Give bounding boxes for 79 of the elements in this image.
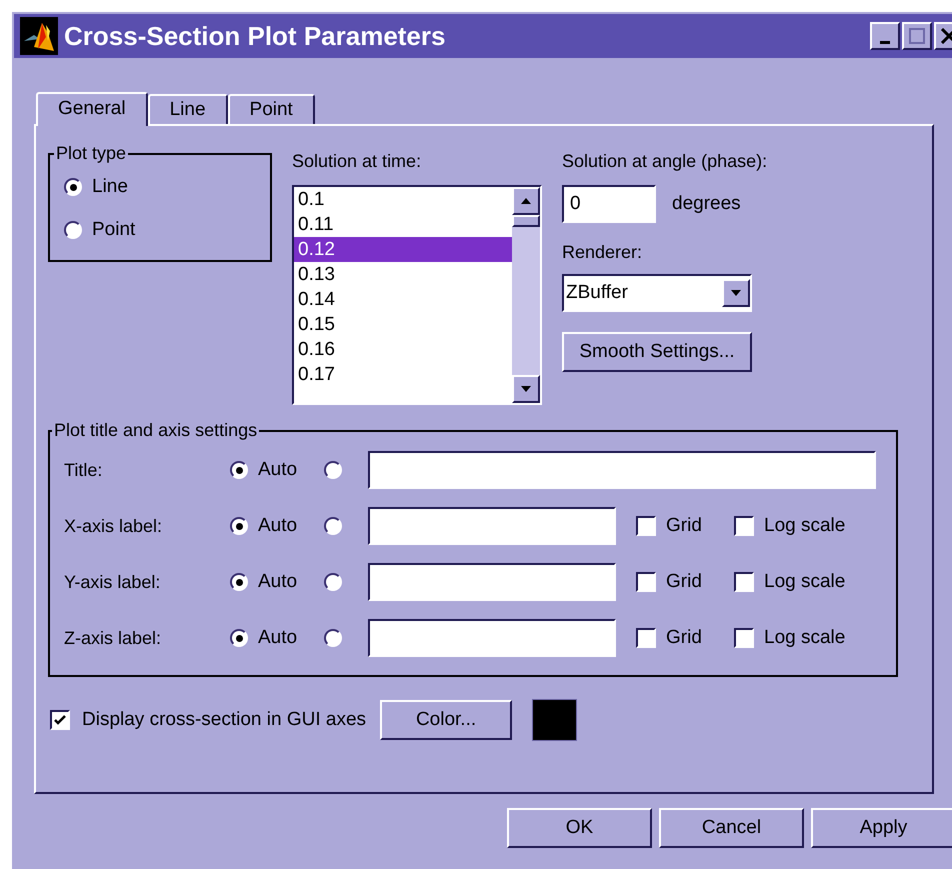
text-field[interactable]: [368, 619, 616, 657]
radio-label: Point: [92, 218, 136, 242]
text-field[interactable]: [368, 451, 876, 489]
scroll-down-button[interactable]: [512, 375, 540, 403]
list-item[interactable]: 0.15: [294, 312, 512, 337]
push-button[interactable]: Apply: [811, 808, 952, 848]
scroll-up-button[interactable]: [512, 187, 540, 215]
list-label: Solution at time:: [292, 150, 422, 173]
color-swatch[interactable]: [532, 699, 578, 741]
tab[interactable]: General: [36, 92, 148, 126]
group-title: Plot type: [55, 142, 128, 165]
tab[interactable]: Point: [228, 94, 315, 124]
maximize-icon: [909, 28, 925, 44]
list-item[interactable]: 0.13: [294, 262, 512, 287]
checkbox[interactable]: [636, 628, 656, 648]
push-button[interactable]: OK: [507, 808, 652, 848]
push-button[interactable]: Color...: [380, 700, 512, 740]
unit-label: degrees: [672, 192, 741, 216]
list-item[interactable]: 0.11: [294, 212, 512, 237]
radio-label: Auto: [258, 570, 298, 594]
radio-button[interactable]: [324, 629, 342, 647]
up-arrow-icon: [521, 198, 531, 204]
radio-button[interactable]: [324, 517, 342, 535]
row-label: Y-axis label:: [64, 570, 162, 594]
checkbox[interactable]: [734, 628, 754, 648]
text-field[interactable]: [368, 563, 616, 601]
angle-label: Solution at angle (phase):: [562, 150, 768, 173]
row-label: Z-axis label:: [64, 626, 162, 650]
checkbox[interactable]: [636, 516, 656, 536]
checkbox-label: Log scale: [764, 570, 846, 594]
checkbox-label: Log scale: [764, 514, 846, 538]
radio-button[interactable]: [230, 573, 248, 591]
radio-button[interactable]: [64, 178, 82, 196]
list-item[interactable]: 0.14: [294, 287, 512, 312]
app-logo-icon: [20, 17, 58, 55]
scroll-down-button[interactable]: [722, 279, 750, 307]
tab[interactable]: Line: [148, 94, 228, 124]
radio-label: Auto: [258, 458, 298, 482]
checkbox[interactable]: [734, 572, 754, 592]
checkbox-label: Grid: [666, 514, 703, 538]
radio-button[interactable]: [324, 573, 342, 591]
radio-button[interactable]: [230, 517, 248, 535]
list-item[interactable]: 0.17: [294, 362, 512, 387]
radio-button[interactable]: [64, 220, 82, 239]
time-list[interactable]: 0.1 0.11 0.12 0.13 0.14 0.15 0.16 0.17: [292, 185, 542, 405]
checkbox-label: Display cross-section in GUI axes: [82, 708, 366, 732]
radio-button[interactable]: [324, 461, 342, 479]
minimize-button[interactable]: [870, 22, 900, 50]
push-button[interactable]: Cancel: [659, 808, 804, 848]
checkbox[interactable]: [636, 572, 656, 592]
maximize-button[interactable]: [902, 22, 932, 50]
radio-button[interactable]: [230, 629, 248, 647]
radio-label: Line: [92, 175, 128, 199]
window-title: Cross-Section Plot Parameters: [64, 20, 446, 52]
renderer-dropdown[interactable]: ZBuffer: [562, 274, 752, 312]
down-arrow-icon: [731, 290, 741, 296]
radio-label: Auto: [258, 626, 298, 650]
minimize-icon: [880, 40, 890, 44]
text-field[interactable]: [368, 507, 616, 545]
radio-label: Auto: [258, 514, 298, 538]
checkbox-label: Grid: [666, 626, 703, 650]
push-button[interactable]: Smooth Settings...: [562, 332, 752, 372]
list-item[interactable]: 0.16: [294, 337, 512, 362]
group-title: Plot title and axis settings: [53, 419, 258, 442]
scroll-thumb[interactable]: [512, 215, 540, 227]
list-item[interactable]: 0.12: [294, 237, 512, 262]
check-icon: [53, 713, 67, 727]
scrollbar[interactable]: [512, 187, 540, 403]
checkbox[interactable]: [734, 516, 754, 536]
checkbox-label: Log scale: [764, 626, 846, 650]
row-label: X-axis label:: [64, 514, 164, 538]
row-label: Title:: [64, 458, 104, 482]
list-item[interactable]: 0.1: [294, 187, 512, 212]
checkbox[interactable]: [50, 710, 70, 730]
down-arrow-icon: [521, 386, 531, 392]
renderer-label: Renderer:: [562, 241, 644, 264]
angle-field[interactable]: 0: [562, 185, 656, 223]
checkbox-label: Grid: [666, 570, 703, 594]
radio-button[interactable]: [230, 461, 248, 479]
